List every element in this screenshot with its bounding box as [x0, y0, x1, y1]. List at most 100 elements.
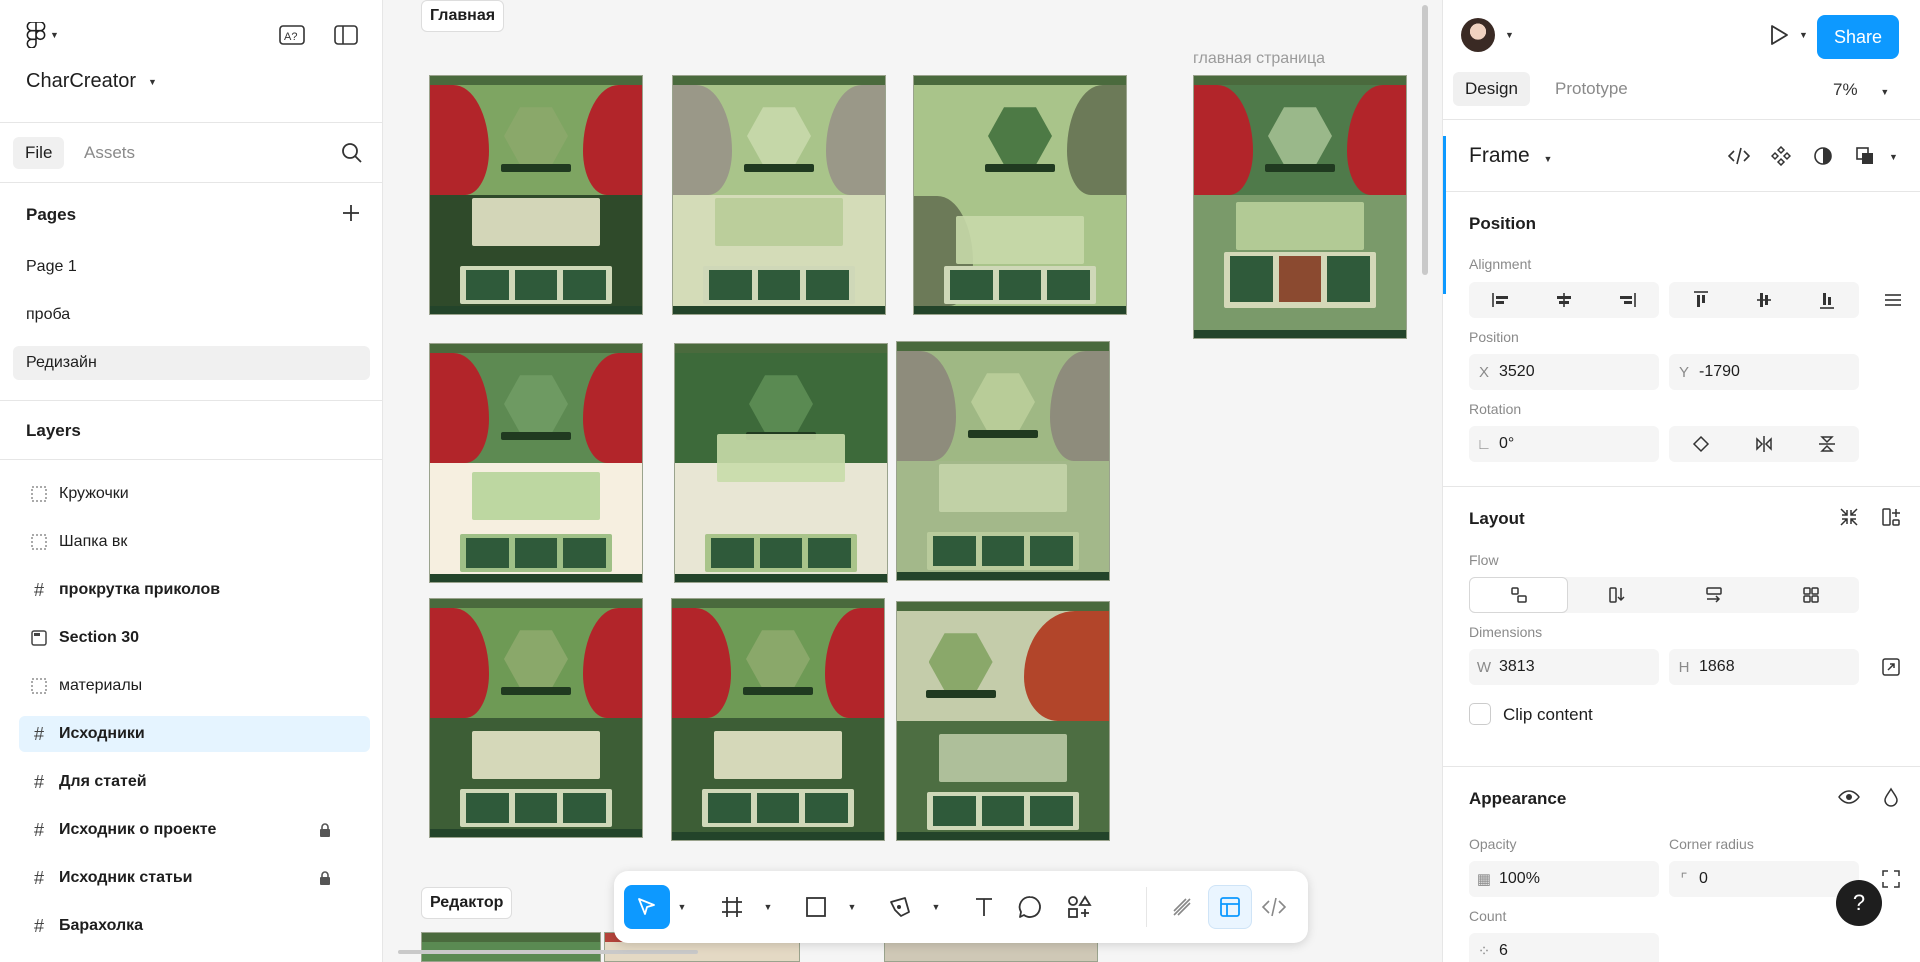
chevron-down-icon[interactable]: ▼ [674, 885, 690, 929]
layer-item[interactable]: Шапка вк [19, 524, 370, 560]
section-label-main[interactable]: Главная [421, 0, 505, 32]
tab-design[interactable]: Design [1453, 72, 1530, 106]
section-label-editor[interactable]: Редактор [421, 887, 513, 919]
align-center-h-icon[interactable] [1532, 282, 1595, 318]
design-thumbnail[interactable] [429, 75, 643, 315]
independent-corners-button[interactable] [1875, 863, 1907, 895]
project-name[interactable]: CharCreator ▼ [26, 70, 157, 93]
page-item-proba[interactable]: проба [13, 298, 370, 332]
frame-tool-button[interactable] [712, 885, 752, 929]
freeform-flow-icon[interactable] [1469, 577, 1568, 613]
present-button[interactable] [1763, 19, 1795, 51]
share-button[interactable]: Share [1817, 15, 1899, 59]
layer-item[interactable]: материалы [19, 668, 370, 704]
x-position-field[interactable]: X 3520 [1469, 354, 1659, 390]
component-button[interactable] [1765, 140, 1797, 172]
align-top-icon[interactable] [1669, 282, 1732, 318]
design-mode-button[interactable] [1208, 885, 1252, 929]
resize-to-fit-button[interactable] [1875, 651, 1907, 683]
collapse-layout-button[interactable] [1833, 501, 1865, 533]
comment-tool-button[interactable] [1010, 885, 1050, 929]
blend-mode-button[interactable] [1875, 781, 1907, 813]
layer-item[interactable]: # Исходник статьи [19, 860, 370, 896]
lock-icon[interactable] [318, 870, 332, 889]
help-button[interactable]: ? [1836, 880, 1882, 926]
align-middle-icon[interactable] [1732, 282, 1795, 318]
chevron-down-icon[interactable]: ▼ [1889, 152, 1898, 162]
frame-type-dropdown[interactable]: Frame ▼ [1469, 144, 1552, 168]
align-right-icon[interactable] [1596, 282, 1659, 318]
layer-item[interactable]: # прокрутка приколов [19, 572, 370, 608]
mask-button[interactable] [1807, 140, 1839, 172]
avatar[interactable] [1461, 18, 1495, 52]
count-field[interactable]: ⁘ 6 [1469, 933, 1659, 962]
rotate-90-icon[interactable] [1669, 426, 1732, 462]
draw-mode-button[interactable] [1162, 885, 1202, 929]
layer-item[interactable]: # Барахолка [19, 908, 370, 944]
design-thumbnail[interactable] [896, 341, 1110, 581]
chevron-down-icon[interactable]: ▼ [1799, 30, 1808, 40]
chevron-down-icon[interactable]: ▼ [1505, 30, 1514, 40]
page-item-redesign[interactable]: Редизайн [13, 346, 370, 380]
rectangle-tool-button[interactable] [796, 885, 836, 929]
horizontal-scrollbar[interactable] [398, 950, 698, 954]
canvas[interactable]: Главная главная страница Редактор [384, 0, 1442, 962]
pen-tool-button[interactable] [880, 885, 920, 929]
layer-item[interactable]: # Исходник о проекте [19, 812, 370, 848]
corner-radius-field[interactable]: ⌜ 0 [1669, 861, 1859, 897]
flip-horizontal-icon[interactable] [1732, 426, 1795, 462]
design-thumbnail[interactable] [913, 75, 1127, 315]
tab-file[interactable]: File [13, 137, 65, 169]
grid-flow-icon[interactable] [1762, 577, 1859, 613]
distribute-button[interactable] [1877, 284, 1909, 316]
frame-label[interactable]: главная страница [1193, 50, 1325, 68]
lock-icon[interactable] [318, 822, 332, 841]
tab-prototype[interactable]: Prototype [1543, 72, 1640, 106]
layer-item-selected[interactable]: # Исходники [19, 716, 370, 752]
frame-hash-icon: # [33, 723, 44, 744]
rotation-field[interactable]: ∟ 0° [1469, 426, 1659, 462]
toggle-sidebar-button[interactable] [330, 19, 362, 51]
horizontal-flow-icon[interactable] [1665, 577, 1762, 613]
design-thumbnail[interactable] [429, 343, 643, 583]
design-thumbnail[interactable] [671, 598, 885, 841]
chevron-down-icon[interactable]: ▼ [844, 885, 860, 929]
layer-item[interactable]: Кружочки [19, 476, 370, 512]
editor-thumbnail[interactable] [421, 932, 601, 962]
vertical-scrollbar[interactable] [1422, 5, 1428, 275]
text-tool-button[interactable] [964, 885, 1004, 929]
chevron-down-icon[interactable]: ▼ [760, 885, 776, 929]
design-thumbnail[interactable] [896, 601, 1110, 841]
align-left-icon[interactable] [1469, 282, 1532, 318]
layer-item[interactable]: # Для статей [19, 764, 370, 800]
y-position-field[interactable]: Y -1790 [1669, 354, 1859, 390]
dev-mode-button[interactable] [1254, 885, 1294, 929]
clip-content-checkbox[interactable] [1469, 703, 1491, 725]
move-tool-button[interactable] [624, 885, 670, 929]
add-page-button[interactable] [335, 197, 367, 229]
zoom-level[interactable]: 7% ▼ [1833, 80, 1889, 100]
chevron-down-icon[interactable]: ▼ [928, 885, 944, 929]
draw-mode-icon [1173, 898, 1191, 916]
boolean-button[interactable] [1849, 140, 1881, 172]
layer-item[interactable]: Section 30 [19, 620, 370, 656]
design-thumbnail[interactable] [674, 343, 888, 583]
design-thumbnail-main-page[interactable] [1193, 75, 1407, 339]
vertical-flow-icon[interactable] [1568, 577, 1665, 613]
search-button[interactable] [336, 137, 368, 169]
code-button[interactable] [1723, 140, 1755, 172]
ai-text-button[interactable]: A? [276, 19, 308, 51]
add-auto-layout-button[interactable] [1875, 501, 1907, 533]
main-menu-button[interactable]: ▼ [26, 22, 59, 48]
align-bottom-icon[interactable] [1796, 282, 1859, 318]
flip-vertical-icon[interactable] [1796, 426, 1859, 462]
opacity-field[interactable]: ▦ 100% [1469, 861, 1659, 897]
height-field[interactable]: H 1868 [1669, 649, 1859, 685]
design-thumbnail[interactable] [672, 75, 886, 315]
width-field[interactable]: W 3813 [1469, 649, 1659, 685]
tab-assets[interactable]: Assets [72, 137, 147, 169]
page-item-page-1[interactable]: Page 1 [13, 250, 370, 284]
design-thumbnail[interactable] [429, 598, 643, 838]
visibility-button[interactable] [1833, 781, 1865, 813]
actions-button[interactable] [1056, 885, 1102, 929]
